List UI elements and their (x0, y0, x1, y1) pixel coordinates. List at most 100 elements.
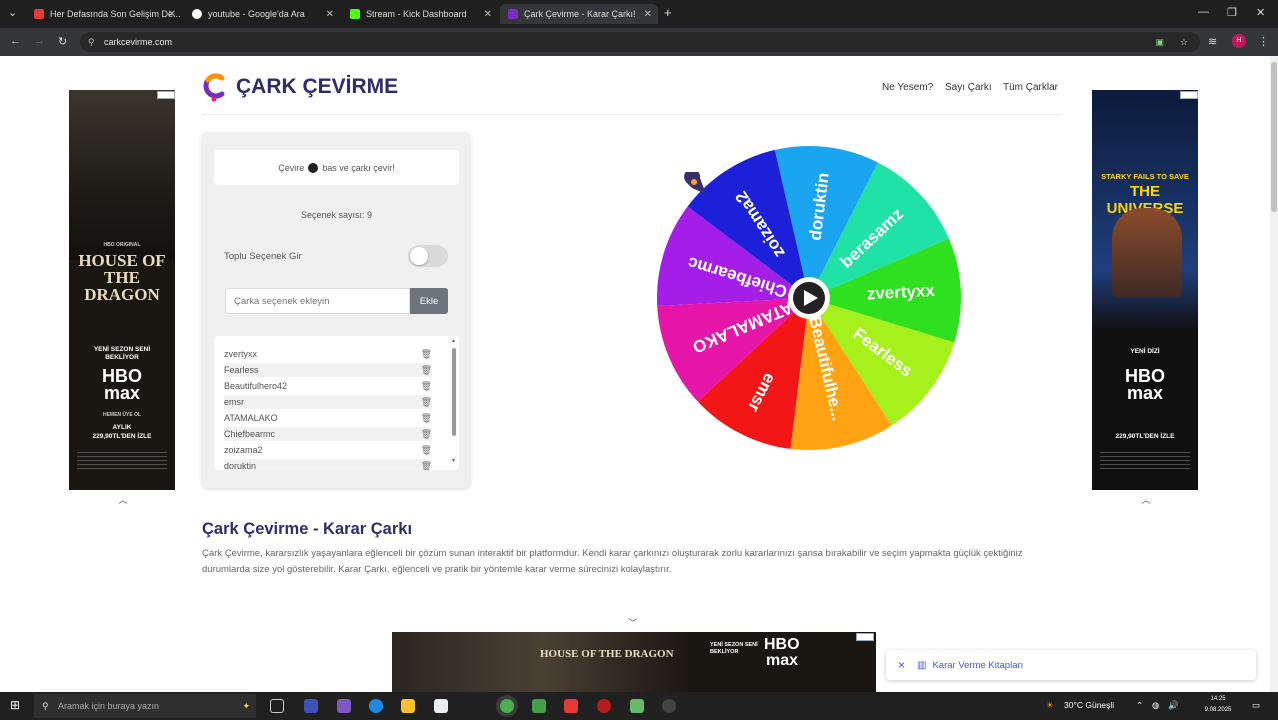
right-ad-banner[interactable]: STARKY FAILS TO SAVE THE UNIVERSE YENİ D… (1092, 90, 1198, 490)
ad-cta: HEMEN ÜYE OL (102, 412, 142, 418)
ad-collapse-icon[interactable]: ︿ (108, 493, 138, 505)
content-heading: Çark Çevirme - Karar Çarkı (202, 520, 413, 538)
option-list-scrollbar[interactable]: ▲ ▼ (451, 338, 457, 466)
cark-logo-icon (203, 73, 225, 102)
close-notification-icon[interactable]: × (898, 658, 905, 672)
ad-max-logo: max (103, 383, 141, 403)
option-list: zvertyxx 🗑 Fearless 🗑 Beautifulhero42 🗑 ems… (214, 336, 459, 470)
copilot-icon[interactable] (337, 699, 351, 713)
delete-option-icon[interactable]: 🗑 (421, 443, 432, 457)
hint-text-after: bas ve çarkı çevir! (322, 162, 395, 173)
ad-tagline: YENİ SEZON SENİ BEKLİYOR (93, 346, 151, 361)
play-icon (308, 162, 319, 173)
minimize-icon[interactable]: — (1198, 6, 1209, 18)
tray-chevron-icon[interactable]: ⌃ (1136, 700, 1143, 711)
bookmark-star-icon[interactable]: ☆ (1180, 37, 1188, 48)
site-info-icon[interactable]: ⚲ (88, 37, 95, 48)
option-input[interactable] (225, 288, 410, 314)
volume-icon[interactable]: 🔊 (1168, 700, 1179, 711)
windows-start-icon[interactable]: ⊞ (10, 698, 20, 712)
tab-title: Stream - Kick Dashboard (366, 9, 467, 19)
address-bar[interactable]: ⚲ carkcevirme.com ▣ ☆ (80, 32, 1200, 52)
close-tab-icon[interactable]: ✕ (326, 9, 334, 20)
screen-capture-icon[interactable]: ▣ (1155, 37, 1164, 48)
bottom-ad-collapse-icon[interactable]: ﹀ (618, 616, 648, 630)
bottom-ad-banner[interactable]: HOUSE OF THE DRAGON YENİ SEZON SENİ BEKL… (392, 632, 876, 692)
ad-max-logo: max (1126, 383, 1164, 403)
browser-tab-2[interactable]: youtube - Google'da Ara ✕ (184, 4, 340, 24)
delete-option-icon[interactable]: 🗑 (421, 427, 432, 441)
clock-date[interactable]: 9.08.2025 (1198, 707, 1238, 713)
file-explorer-icon[interactable] (401, 699, 415, 713)
ad-right-title-1: STARKY FAILS TO SAVE (1101, 172, 1189, 181)
option-list-scroll-thumb[interactable] (452, 348, 456, 436)
site-logo[interactable]: ÇARK ÇEVİRME (202, 72, 398, 102)
option-label: doruktin (224, 461, 257, 470)
delete-option-icon[interactable]: 🗑 (421, 379, 432, 393)
weather-text[interactable]: 30°C Güneşli (1064, 700, 1114, 710)
bulk-entry-toggle[interactable] (408, 245, 448, 267)
minecraft-icon[interactable] (532, 699, 546, 713)
youtube-favicon-icon (34, 9, 44, 19)
reload-icon[interactable]: ↻ (58, 35, 67, 48)
bottom-ad-scene-image (392, 632, 692, 692)
close-tab-icon[interactable]: ✕ (644, 9, 652, 20)
close-tab-icon[interactable]: ✕ (168, 9, 176, 20)
edge-icon[interactable] (369, 699, 383, 713)
delete-option-icon[interactable]: 🗑 (421, 459, 432, 470)
network-icon[interactable]: ◍ (1152, 700, 1159, 711)
restore-icon[interactable]: ❐ (1227, 6, 1237, 19)
new-tab-button[interactable]: + (664, 5, 672, 20)
obs-icon[interactable] (662, 699, 676, 713)
delete-option-icon[interactable]: 🗑 (421, 363, 432, 377)
browser-toolbar: ← → ↻ ⚲ carkcevirme.com ▣ ☆ ≋ H ⋮ (0, 28, 1278, 56)
add-option-button[interactable]: Ekle (410, 288, 448, 314)
delete-option-icon[interactable]: 🗑 (421, 347, 432, 361)
scroll-up-icon[interactable]: ▲ (451, 338, 456, 344)
task-view-icon[interactable] (270, 699, 284, 713)
youtube-icon[interactable] (564, 699, 578, 713)
ad-hbo-original: HBO ORIGINAL (103, 242, 141, 248)
back-icon[interactable]: ← (10, 35, 21, 47)
opera-icon[interactable] (597, 699, 611, 713)
copilot-sparkle-icon[interactable]: ✦ (242, 701, 250, 712)
close-window-icon[interactable]: ✕ (1256, 6, 1265, 19)
page-scrollbar-thumb[interactable] (1271, 62, 1277, 212)
site-brand-name: ÇARK ÇEVİRME (236, 75, 399, 98)
ad-collapse-icon[interactable]: ︿ (1131, 493, 1161, 505)
google-favicon-icon (192, 9, 202, 19)
taskbar-app-icon[interactable] (304, 699, 318, 713)
browser-tab-4[interactable]: Çark Çevirme - Karar Çarkı! ✕ (500, 4, 658, 24)
spin-hint: Çevire bas ve çarkı çevir! (214, 150, 459, 185)
tab-search-icon[interactable]: ⌄ (8, 6, 17, 19)
delete-option-icon[interactable]: 🗑 (421, 395, 432, 409)
browser-tab-1[interactable]: Her Defasında Son Gelişim De... ✕ (26, 4, 182, 24)
scroll-down-icon[interactable]: ▼ (451, 458, 456, 464)
ad-choices-icon[interactable] (157, 91, 175, 99)
option-label: emsr (224, 397, 244, 407)
option-item: Fearless 🗑 (224, 363, 432, 377)
browser-tab-3[interactable]: Stream - Kick Dashboard ✕ (342, 4, 498, 24)
left-ad-banner[interactable]: HBO ORIGINAL HOUSE OF THE DRAGON YENİ SE… (69, 90, 175, 490)
ad-choices-icon[interactable] (1180, 91, 1198, 99)
profile-avatar[interactable]: H (1232, 34, 1246, 48)
ad-choices-icon[interactable] (856, 633, 874, 641)
option-item: emsr 🗑 (224, 395, 432, 409)
extensions-icon[interactable]: ≋ (1208, 35, 1217, 48)
nav-link-tum-carklar[interactable]: Tüm Çarklar (1003, 82, 1058, 93)
close-tab-icon[interactable]: ✕ (484, 9, 492, 20)
browser-menu-icon[interactable]: ⋮ (1258, 35, 1269, 48)
wheel-pointer-icon (684, 172, 706, 194)
game-icon[interactable] (630, 699, 644, 713)
delete-option-icon[interactable]: 🗑 (421, 411, 432, 425)
books-notification[interactable]: × ▥ Karar Verme Kitapları (886, 650, 1256, 680)
chrome-icon[interactable] (500, 699, 514, 713)
taskbar-search-box[interactable]: ⚲ Aramak için buraya yazın ✦ (34, 694, 256, 718)
forward-icon[interactable]: → (34, 35, 45, 47)
clock-time[interactable]: 14:25 (1200, 696, 1236, 702)
nav-link-sayi-carki[interactable]: Sayı Çarkı (945, 82, 992, 93)
nav-link-ne-yesem[interactable]: Ne Yesem? (882, 82, 933, 93)
store-icon[interactable] (434, 699, 448, 713)
notifications-icon[interactable]: ▭ (1252, 700, 1260, 711)
ad-price: 229,90TL'DEN İZLE (1115, 433, 1175, 440)
